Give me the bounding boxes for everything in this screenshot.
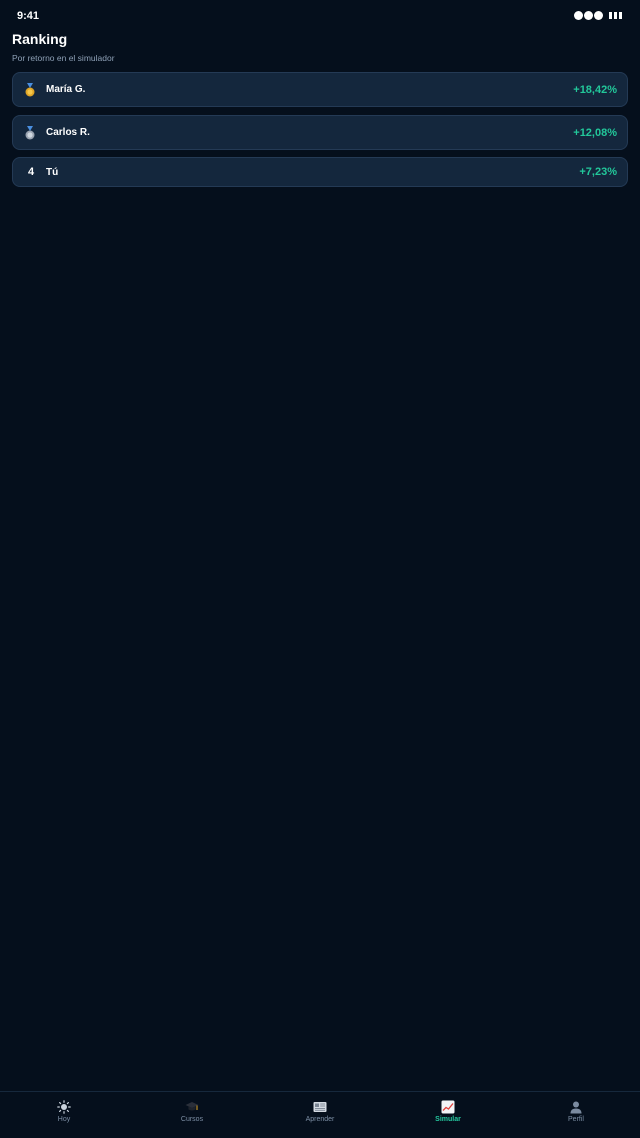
ranking-row-2[interactable]: Carlos R. +12,08%	[12, 115, 628, 150]
ranking-name: María G.	[46, 84, 86, 95]
gold-medal-icon	[25, 82, 35, 96]
chart-icon	[441, 1100, 455, 1114]
status-icons	[574, 11, 622, 20]
newspaper-icon	[313, 1102, 327, 1112]
ranking-name: Carlos R.	[46, 127, 90, 138]
tab-label: Aprender	[305, 1116, 335, 1123]
tab-label: Hoy	[57, 1116, 71, 1123]
ranking-return: +18,42%	[573, 83, 617, 96]
ranking-name: Tú	[46, 166, 59, 178]
ranking-row-1[interactable]: María G. +18,42%	[12, 72, 628, 107]
ranking-return: +12,08%	[573, 126, 617, 139]
tab-cursos[interactable]: Cursos	[128, 1092, 256, 1138]
ranking-return: +7,23%	[579, 166, 617, 178]
status-time: 9:41	[17, 10, 40, 22]
status-bar: 9:41	[0, 0, 640, 30]
battery-icon	[609, 12, 622, 19]
tab-label: Simular	[435, 1116, 461, 1123]
ranking-position: 4	[27, 166, 35, 178]
tab-simular[interactable]: Simular	[384, 1092, 512, 1138]
signal-icon	[574, 11, 603, 20]
tab-aprender[interactable]: Aprender	[256, 1092, 384, 1138]
ranking-row-user[interactable]: 4 Tú +7,23%	[12, 157, 628, 187]
tab-bar: Hoy Cursos Aprender Simular Perfil	[0, 1091, 640, 1138]
sun-icon	[57, 1100, 71, 1114]
ranking-list: María G. +18,42% Carlos R. +12,08% 4 Tú …	[12, 72, 628, 195]
ranking-screen: 9:41 Ranking Por retorno en el simulador…	[0, 0, 640, 1138]
page-subtitle: Por retorno en el simulador	[12, 53, 115, 63]
tab-perfil[interactable]: Perfil	[512, 1092, 640, 1138]
silver-medal-icon	[25, 125, 35, 139]
graduation-cap-icon	[185, 1102, 199, 1111]
tab-label: Cursos	[180, 1116, 204, 1123]
tab-hoy[interactable]: Hoy	[0, 1092, 128, 1138]
user-icon	[570, 1101, 582, 1114]
page-title: Ranking	[12, 31, 68, 47]
tab-label: Perfil	[568, 1116, 584, 1123]
